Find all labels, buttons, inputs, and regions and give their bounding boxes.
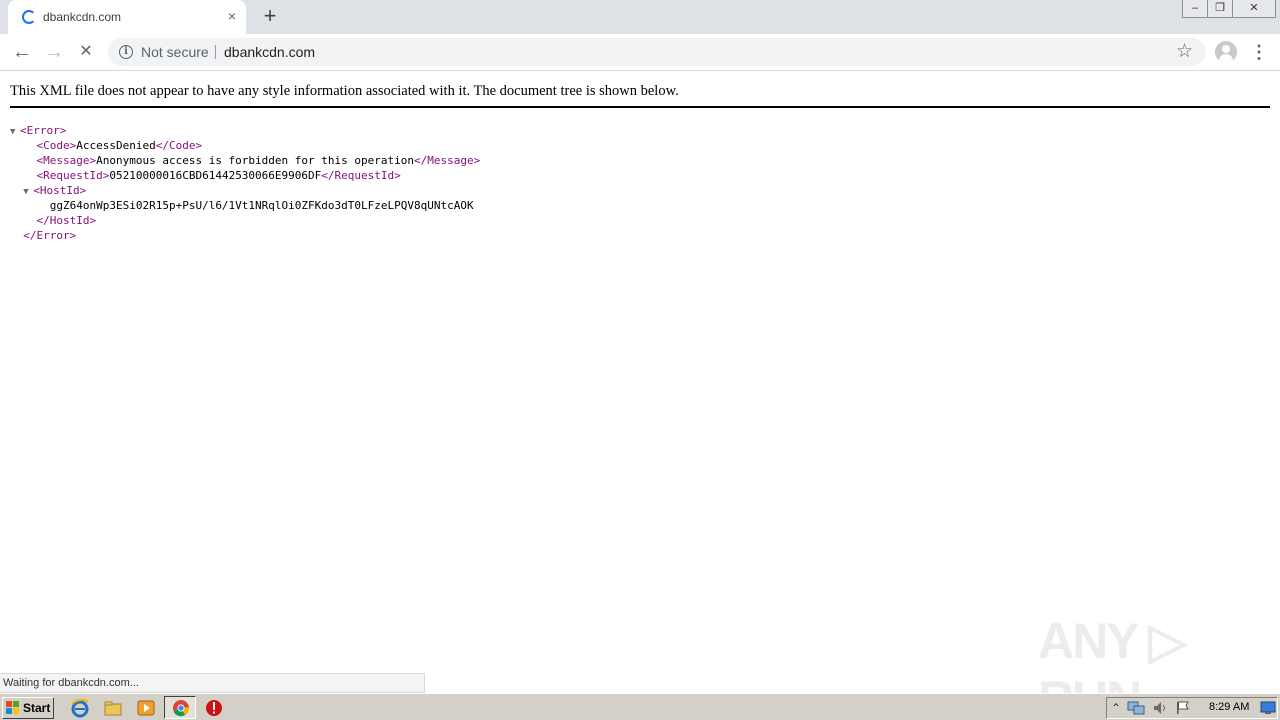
xml-line-hostid-close: </HostId>: [36, 214, 97, 227]
start-button[interactable]: Start: [2, 697, 54, 719]
tab-title: dbankcdn.com: [43, 10, 122, 24]
address-bar[interactable]: i Not secure dbankcdn.com ☆: [108, 38, 1206, 66]
browser-toolbar: ← → ✕ i Not secure dbankcdn.com ☆: [0, 34, 1280, 71]
browser-menu-icon[interactable]: ⋮: [1249, 40, 1269, 64]
system-tray: ⌃ 8:29 AM: [1106, 697, 1278, 719]
network-icon[interactable]: [1127, 700, 1145, 716]
xml-requestid-value: 05210000016CBD61442530066E9906DF: [109, 169, 322, 182]
xml-line-hostid-open: ▼ <HostId>: [10, 183, 480, 198]
start-label: Start: [23, 701, 51, 715]
internet-explorer-icon[interactable]: [70, 698, 90, 718]
window-restore-button[interactable]: ❐: [1207, 0, 1233, 18]
security-label[interactable]: Not secure: [141, 44, 209, 60]
media-player-icon[interactable]: [136, 698, 156, 718]
forward-button[interactable]: →: [42, 40, 66, 64]
chrome-taskbar-button[interactable]: [164, 696, 196, 719]
tab-dbankcdn[interactable]: dbankcdn.com ×: [8, 0, 246, 34]
address-separator: [215, 45, 216, 59]
loading-spinner-icon: [22, 10, 36, 24]
xml-style-notice: This XML file does not appear to have an…: [10, 83, 1270, 108]
xml-message-value: Anonymous access is forbidden for this o…: [96, 154, 414, 167]
stop-sign-app-icon[interactable]: [204, 698, 224, 718]
xml-code-value: AccessDenied: [76, 139, 156, 152]
profile-avatar-icon[interactable]: [1215, 41, 1237, 63]
window-minimize-button[interactable]: –: [1182, 0, 1208, 18]
tab-close-icon[interactable]: ×: [224, 8, 240, 24]
chrome-icon: [173, 700, 190, 717]
xml-line-message: <Message>Anonymous access is forbidden f…: [36, 154, 481, 167]
window-close-button[interactable]: ✕: [1232, 0, 1276, 18]
xml-line-error-open: ▼ <Error>: [10, 123, 480, 138]
bookmark-star-icon[interactable]: ☆: [1176, 41, 1193, 63]
xml-hostid-value: ggZ64onWp3ESi02R15p+PsU/l6/1Vt1NRqlOi0ZF…: [49, 199, 474, 212]
xml-line-error-close: </Error>: [23, 229, 77, 242]
xml-document-tree: ▼ <Error> <Code>AccessDenied</Code> <Mess…: [10, 123, 480, 243]
tray-expand-icon[interactable]: ⌃: [1111, 700, 1121, 716]
clock[interactable]: 8:29 AM: [1209, 701, 1249, 713]
back-button[interactable]: ←: [10, 40, 34, 64]
xml-line-code: <Code>AccessDenied</Code>: [36, 139, 203, 152]
taskbar: Start ⌃ 8:29 AM: [0, 693, 1280, 720]
new-tab-button[interactable]: +: [258, 5, 282, 29]
file-explorer-icon[interactable]: [103, 698, 123, 718]
xml-line-requestid: <RequestId>05210000016CBD61442530066E990…: [36, 169, 401, 182]
status-bubble: Waiting for dbankcdn.com...: [0, 673, 425, 693]
info-icon[interactable]: i: [119, 45, 133, 59]
action-center-flag-icon[interactable]: [1175, 700, 1191, 716]
volume-icon[interactable]: [1152, 700, 1168, 716]
windows-logo-icon: [6, 701, 19, 714]
xml-line-hostid-value: ggZ64onWp3ESi02R15p+PsU/l6/1Vt1NRqlOi0ZF…: [10, 198, 480, 213]
url-text[interactable]: dbankcdn.com: [224, 44, 315, 60]
stop-loading-button[interactable]: ✕: [74, 40, 98, 64]
tab-strip: dbankcdn.com × + – ❐ ✕: [0, 0, 1280, 34]
show-desktop-icon[interactable]: [1260, 701, 1276, 715]
